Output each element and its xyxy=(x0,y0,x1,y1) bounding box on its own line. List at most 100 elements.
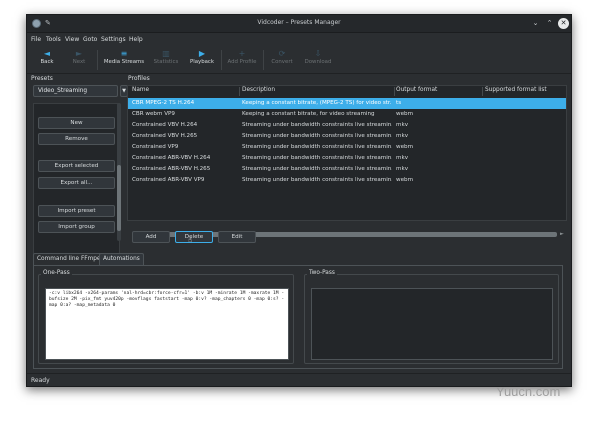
presets-combo[interactable]: Video_Streaming xyxy=(33,85,118,97)
export-selected-button[interactable]: Export selected xyxy=(38,160,115,172)
profile-description: Streaming under bandwidth constraints li… xyxy=(242,177,392,183)
window-title: Vidcoder – Presets Manager xyxy=(257,19,341,26)
table-row[interactable]: Constrained VP9 Streaming under bandwidt… xyxy=(128,142,566,153)
close-icon[interactable]: ✕ xyxy=(558,18,569,29)
profile-name: Constrained ABR-VBV H.265 xyxy=(132,166,211,172)
profile-name: Constrained ABR-VBV VP9 xyxy=(132,177,205,183)
presets-scrollbar-thumb[interactable] xyxy=(117,165,121,231)
profile-name: CBR webm VP9 xyxy=(132,111,175,117)
column-header-supported-formats[interactable]: Supported format list xyxy=(485,87,547,93)
table-row[interactable]: Constrained ABR-VBV H.264 Streaming unde… xyxy=(128,153,566,164)
table-row[interactable]: Constrained VBV H.265 Streaming under ba… xyxy=(128,131,566,142)
profile-output-format: mkv xyxy=(396,166,408,172)
statistics-button[interactable]: ▥ Statistics xyxy=(151,48,181,72)
add-profile-button[interactable]: + Add Profile xyxy=(225,48,259,72)
menu-tools[interactable]: Tools xyxy=(46,36,61,43)
new-preset-button[interactable]: New xyxy=(38,117,115,129)
remove-preset-button[interactable]: Remove xyxy=(38,133,115,145)
profile-output-format: mkv xyxy=(396,122,408,128)
hand-cursor-icon: ☝ xyxy=(188,236,193,244)
profile-description: Streaming under bandwidth constraints li… xyxy=(242,155,392,161)
presets-scrollbar[interactable] xyxy=(117,103,121,241)
profile-output-format: webm xyxy=(396,111,414,117)
export-all-button[interactable]: Export all... xyxy=(38,177,115,189)
title-bar: ✎ Vidcoder – Presets Manager ⌄ ⌃ ✕ xyxy=(27,15,571,33)
convert-label: Convert xyxy=(271,59,293,65)
profile-output-format: ts xyxy=(396,100,402,106)
menu-file[interactable]: File xyxy=(31,36,41,43)
column-divider xyxy=(394,87,395,96)
profile-output-format: webm xyxy=(396,144,414,150)
profile-description: Keeping a constant bitrate, (MPEG-2 TS) … xyxy=(242,100,392,106)
next-icon: ► xyxy=(75,49,83,58)
command-line-pane: One-Pass -c:v libx264 -x264-params 'nal-… xyxy=(33,265,563,369)
profile-output-format: mkv xyxy=(396,155,408,161)
playback-button[interactable]: ▶ Playback xyxy=(187,48,217,72)
table-row[interactable]: CBR webm VP9 Keeping a constant bitrate,… xyxy=(128,109,566,120)
playback-label: Playback xyxy=(189,59,215,65)
statistics-icon: ▥ xyxy=(162,49,170,58)
next-label: Next xyxy=(72,59,86,65)
convert-button[interactable]: ⟳ Convert xyxy=(267,48,297,72)
minimize-icon[interactable]: ⌄ xyxy=(530,18,541,29)
presets-combo-value: Video_Streaming xyxy=(38,88,88,94)
scroll-right-icon[interactable]: ► xyxy=(560,231,564,237)
status-bar: Ready xyxy=(27,373,571,386)
column-divider xyxy=(239,87,240,96)
convert-icon: ⟳ xyxy=(278,49,286,58)
profiles-label: Profiles xyxy=(128,75,150,82)
add-button[interactable]: Add xyxy=(132,231,170,243)
menu-settings[interactable]: Settings xyxy=(101,36,126,43)
profile-description: Streaming under bandwidth constraints li… xyxy=(242,144,392,150)
toolbar-separator xyxy=(97,50,98,70)
download-icon: ⇩ xyxy=(314,49,322,58)
one-pass-title: One-Pass xyxy=(41,270,72,276)
profile-name: CBR MPEG-2 TS H.264 xyxy=(132,100,195,106)
profile-description: Keeping a constant bitrate, for video st… xyxy=(242,111,375,117)
table-row[interactable]: Constrained ABR-VBV VP9 Streaming under … xyxy=(128,175,566,186)
tab-command-line-ffmpeg[interactable]: Command line FFmpeg xyxy=(33,253,109,265)
next-button[interactable]: ► Next xyxy=(67,48,91,72)
profile-description: Streaming under bandwidth constraints li… xyxy=(242,133,392,139)
maximize-icon[interactable]: ⌃ xyxy=(544,18,555,29)
presets-manager-window: ✎ Vidcoder – Presets Manager ⌄ ⌃ ✕ File … xyxy=(26,14,572,387)
tab-automations[interactable]: Automations xyxy=(99,253,144,265)
two-pass-group: Two-Pass xyxy=(304,270,559,364)
back-label: Back xyxy=(40,59,54,65)
menu-view[interactable]: View xyxy=(65,36,79,43)
profile-name: Constrained VBV H.265 xyxy=(132,133,198,139)
status-text: Ready xyxy=(31,377,50,384)
one-pass-group: One-Pass -c:v libx264 -x264-params 'nal-… xyxy=(38,270,294,364)
column-header-description[interactable]: Description xyxy=(242,87,275,93)
toolbar: ◄ Back ► Next ≡ Media Streams ▥ Statisti… xyxy=(27,46,571,74)
profile-description: Streaming under bandwidth constraints li… xyxy=(242,166,392,172)
download-button[interactable]: ⇩ Download xyxy=(301,48,335,72)
column-header-output-format[interactable]: Output format xyxy=(396,87,437,93)
add-profile-icon: + xyxy=(238,49,246,58)
profile-name: Constrained VBV H.264 xyxy=(132,122,198,128)
import-group-button[interactable]: Import group xyxy=(38,221,115,233)
table-row[interactable]: CBR MPEG-2 TS H.264 Keeping a constant b… xyxy=(128,98,566,109)
menu-goto[interactable]: Goto xyxy=(83,36,97,43)
import-preset-button[interactable]: Import preset xyxy=(38,205,115,217)
table-row[interactable]: Constrained VBV H.264 Streaming under ba… xyxy=(128,120,566,131)
back-icon: ◄ xyxy=(43,49,51,58)
two-pass-command-field[interactable] xyxy=(311,288,553,360)
presets-button-panel: New Remove Export selected Export all...… xyxy=(33,103,120,255)
table-row[interactable]: Constrained ABR-VBV H.265 Streaming unde… xyxy=(128,164,566,175)
presets-label: Presets xyxy=(31,75,53,82)
profile-name: Constrained ABR-VBV H.264 xyxy=(132,155,211,161)
two-pass-title: Two-Pass xyxy=(307,270,337,276)
one-pass-command-field[interactable]: -c:v libx264 -x264-params 'nal-hrd=cbr:f… xyxy=(45,288,289,360)
edit-button[interactable]: Edit xyxy=(218,231,256,243)
profile-output-format: webm xyxy=(396,177,414,183)
media-streams-button[interactable]: ≡ Media Streams xyxy=(103,48,145,72)
download-label: Download xyxy=(304,59,332,65)
back-button[interactable]: ◄ Back xyxy=(35,48,59,72)
menu-help[interactable]: Help xyxy=(129,36,143,43)
media-streams-label: Media Streams xyxy=(103,59,145,65)
toolbar-separator xyxy=(263,50,264,70)
profile-name: Constrained VP9 xyxy=(132,144,179,150)
column-header-name[interactable]: Name xyxy=(132,87,149,93)
toolbar-separator xyxy=(221,50,222,70)
